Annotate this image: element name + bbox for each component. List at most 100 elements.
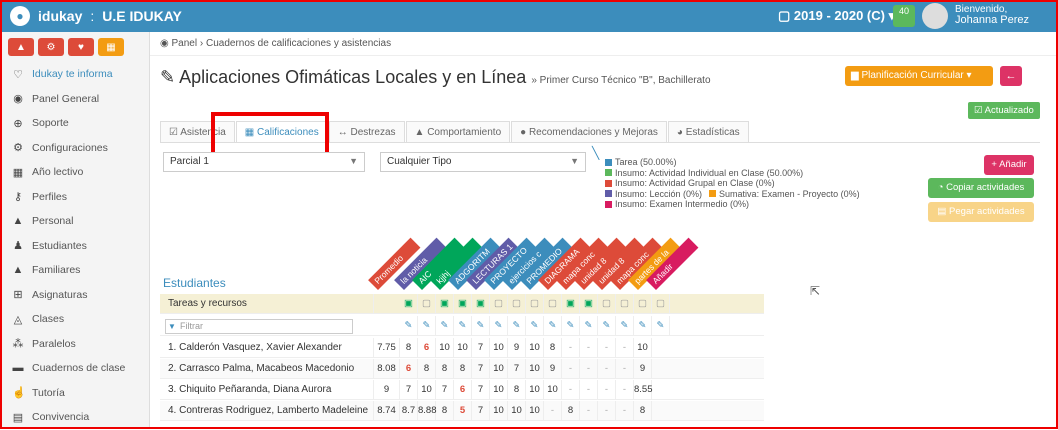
period-select[interactable]: Parcial 1 ▼ (163, 152, 365, 172)
grade-cell[interactable]: 10 (526, 380, 544, 400)
grade-cell[interactable]: - (544, 401, 562, 421)
grade-cell[interactable]: - (616, 359, 634, 379)
grade-column-header[interactable]: PROMEDIO (520, 237, 573, 290)
grade-column-header[interactable]: unidad 8 (574, 237, 627, 290)
sidebar-item[interactable]: ◉ Panel General (0, 87, 149, 112)
resource-icon[interactable]: ▢ (544, 294, 562, 314)
grade-cell[interactable]: - (562, 338, 580, 358)
grade-cell[interactable]: 8 (544, 338, 562, 358)
grade-column-header[interactable]: unidad 8 (592, 237, 645, 290)
grade-column-header[interactable]: PROYECTO (484, 237, 537, 290)
grade-cell[interactable]: 10 (490, 359, 508, 379)
sidebar-item[interactable]: ▲ Personal (0, 209, 149, 234)
grade-cell[interactable]: 10 (508, 401, 526, 421)
grade-column-header[interactable]: AIC (412, 237, 465, 290)
grade-cell[interactable]: - (580, 338, 598, 358)
grade-cell[interactable]: 6 (418, 338, 436, 358)
grade-cell[interactable]: 10 (526, 401, 544, 421)
sidebar-item[interactable]: ⚙ Configuraciones (0, 136, 149, 161)
resource-icon[interactable]: ▣ (562, 294, 580, 314)
sidebar-item[interactable]: ▬ Cuadernos de clase (0, 356, 149, 381)
grade-cell[interactable]: 7 (436, 380, 454, 400)
grade-cell[interactable]: - (580, 401, 598, 421)
user-quick-icon[interactable]: ▲ (8, 38, 34, 56)
avatar[interactable] (922, 3, 948, 29)
grade-cell[interactable]: 9 (634, 359, 652, 379)
grade-cell[interactable]: 7 (472, 359, 490, 379)
grade-cell[interactable]: - (580, 359, 598, 379)
grade-cell[interactable]: 10 (436, 338, 454, 358)
edit-grades-icon[interactable]: ✎ (436, 316, 454, 336)
grade-cell[interactable]: 8 (634, 401, 652, 421)
sidebar-item[interactable]: ⁂ Paralelos (0, 332, 149, 357)
grade-cell[interactable]: 10 (526, 359, 544, 379)
student-name[interactable]: 4. Contreras Rodriguez, Lamberto Madelei… (160, 401, 374, 421)
sidebar-item[interactable]: ⊕ Soporte (0, 111, 149, 136)
grade-cell[interactable]: 8 (436, 401, 454, 421)
grade-cell[interactable]: - (598, 338, 616, 358)
resource-icon[interactable]: ▢ (616, 294, 634, 314)
sidebar-item[interactable]: ☝ Tutoría (0, 381, 149, 406)
student-name[interactable]: 2. Carrasco Palma, Macabeos Macedonio (160, 359, 374, 379)
sidebar-item[interactable]: ⚷ Perfiles (0, 185, 149, 210)
grade-cell[interactable]: 10 (490, 401, 508, 421)
grade-column-header[interactable]: mapa conc (610, 237, 663, 290)
resource-icon[interactable]: ▣ (472, 294, 490, 314)
student-name[interactable]: 1. Calderón Vasquez, Xavier Alexander (160, 338, 374, 358)
grade-cell[interactable]: - (562, 359, 580, 379)
grade-cell[interactable]: 5 (454, 401, 472, 421)
sidebar-item[interactable]: ◬ Clases (0, 307, 149, 332)
grade-cell[interactable]: 8.7 (400, 401, 418, 421)
sidebar-item[interactable]: ▲ Familiares (0, 258, 149, 283)
sidebar-item[interactable]: ♟ Estudiantes (0, 234, 149, 259)
grade-cell[interactable]: 8 (562, 401, 580, 421)
type-select[interactable]: Cualquier Tipo ▼ (380, 152, 586, 172)
grade-column-header[interactable]: la noticia (394, 237, 447, 290)
grade-cell[interactable]: 8 (418, 359, 436, 379)
grade-cell[interactable]: 10 (454, 338, 472, 358)
grade-cell[interactable]: - (616, 401, 634, 421)
grade-column-header[interactable]: Promedio (368, 237, 421, 290)
edit-grades-icon[interactable]: ✎ (580, 316, 598, 336)
add-button[interactable]: + Añadir (984, 155, 1034, 175)
grade-cell[interactable]: - (562, 380, 580, 400)
tab[interactable]: ● Recomendaciones y Mejoras (511, 121, 667, 142)
resource-icon[interactable]: ▢ (508, 294, 526, 314)
edit-grades-icon[interactable]: ✎ (472, 316, 490, 336)
grade-cell[interactable]: 10 (490, 338, 508, 358)
heart-quick-icon[interactable]: ♥ (68, 38, 94, 56)
resource-icon[interactable]: ▢ (526, 294, 544, 314)
grade-cell[interactable]: 10 (490, 380, 508, 400)
resource-icon[interactable]: ▣ (580, 294, 598, 314)
grade-cell[interactable]: 6 (400, 359, 418, 379)
resource-icon[interactable]: ▢ (634, 294, 652, 314)
grade-cell[interactable]: 6 (454, 380, 472, 400)
grade-column-header[interactable]: partes de la (628, 237, 681, 290)
grade-column-header[interactable]: Añadir (646, 237, 699, 290)
grade-cell[interactable]: 7 (472, 338, 490, 358)
grade-cell[interactable]: 8 (400, 338, 418, 358)
grade-cell[interactable]: 8 (508, 380, 526, 400)
grade-cell[interactable]: - (616, 380, 634, 400)
grade-cell[interactable]: 8.55 (634, 380, 653, 400)
edit-grades-icon[interactable]: ✎ (544, 316, 562, 336)
brand[interactable]: ● idukay : U.E IDUKAY (10, 6, 182, 26)
grade-cell[interactable]: 7 (508, 359, 526, 379)
grade-cell[interactable]: 10 (544, 380, 562, 400)
edit-grades-icon[interactable]: ✎ (634, 316, 652, 336)
grade-cell[interactable]: 7 (400, 380, 418, 400)
user-menu[interactable]: Bienvenido, Johanna Perez (955, 4, 1029, 26)
edit-grades-icon[interactable]: ✎ (508, 316, 526, 336)
notifications-icon[interactable]: 40 (893, 5, 915, 27)
grade-cell[interactable]: - (598, 380, 616, 400)
curriculum-planning-button[interactable]: ▆ Planificación Curricular ▾ (845, 66, 993, 86)
edit-grades-icon[interactable]: ✎ (400, 316, 418, 336)
resource-icon[interactable]: ▣ (400, 294, 418, 314)
grade-column-header[interactable]: ADGORITM (448, 237, 501, 290)
edit-grades-icon[interactable]: ✎ (616, 316, 634, 336)
edit-grades-icon[interactable]: ✎ (652, 316, 670, 336)
grade-cell[interactable]: - (598, 359, 616, 379)
grade-cell[interactable]: - (616, 338, 634, 358)
grade-column-header[interactable]: LECTURAS 1 (466, 237, 519, 290)
grade-cell[interactable]: 9 (508, 338, 526, 358)
